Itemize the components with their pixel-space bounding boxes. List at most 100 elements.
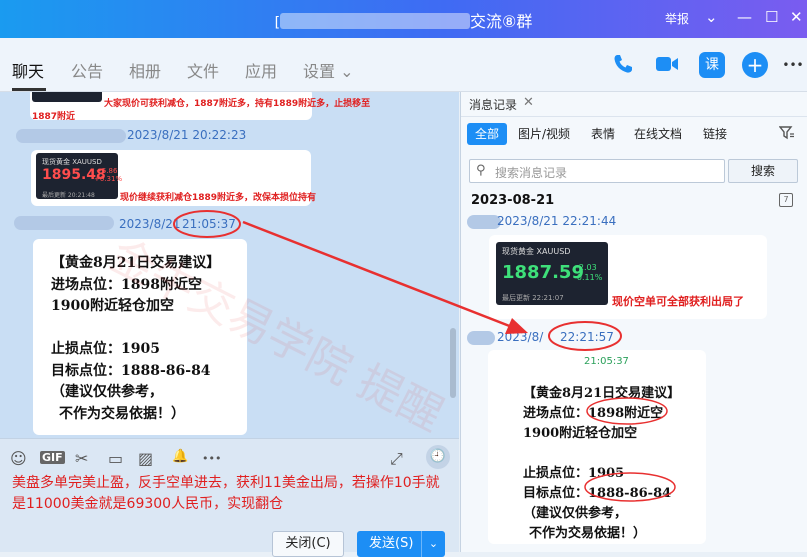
bell-icon[interactable]: 🔔 (172, 449, 188, 464)
filter-media[interactable]: 图片/视频 (518, 123, 570, 145)
expand-icon[interactable]: ⤢ (390, 449, 403, 469)
menu-bar: 聊天 公告 相册 文件 应用 设置 ⌄ 课 + ••• (0, 38, 807, 92)
sender-name-blurred (467, 331, 495, 345)
chat-message-1: 大家现价可获利减仓，1887附近多，持有1889附近多，止损移至 1887附近 (30, 92, 370, 122)
tab-album[interactable]: 相册 (129, 58, 161, 82)
quote-change-pct: -0.11% (574, 273, 603, 282)
history-search-input[interactable]: ⚲ 搜索消息记录 (469, 159, 725, 183)
emoji-icon[interactable]: ☺ (10, 449, 27, 468)
filter-stickers[interactable]: 表情 (591, 123, 615, 145)
history-timestamp-time: 22:21:57 (560, 330, 614, 344)
quote-change: -2.03 (576, 263, 597, 272)
quote-price: 1887.59 (502, 262, 584, 283)
trading-advice: 【黄金8月21日交易建议】 进场点位：1898附近空 1900附近轻仓加空 止损… (523, 384, 680, 544)
message-text-cont: 1887附近 (32, 112, 76, 122)
more-tools-icon[interactable]: ••• (202, 452, 221, 465)
send-button[interactable]: 发送(S) ⌄ (357, 531, 445, 557)
filter-all[interactable]: 全部 (467, 123, 508, 145)
history-message-quote: 现货黄金 XAUUSD 1887.59 -2.03 -0.11% 最后更新 22… (489, 235, 767, 319)
history-timestamp-date: 2023/8/ (497, 330, 544, 344)
blurred-group-name (280, 13, 471, 29)
add-icon[interactable]: + (742, 52, 768, 78)
image-icon[interactable]: ▨ (138, 449, 153, 468)
search-placeholder: 搜索消息记录 (495, 166, 568, 180)
advice-target: 目标点位：1888-86-84 (51, 362, 211, 379)
sender-name-blurred (14, 216, 114, 230)
advice-note-cont: 不作为交易依据！） (59, 405, 185, 422)
quote-label: 现货黄金 XAUUSD (502, 247, 571, 256)
advice-image-time: 21:05:37 (584, 356, 629, 367)
maximize-icon[interactable]: ☐ (765, 8, 778, 26)
search-button[interactable]: 搜索 (728, 159, 798, 183)
divider (461, 116, 807, 117)
send-button-label: 发送(S) (369, 536, 414, 551)
input-area: ☺ GIF ✂ ▭ ▨ 🔔 ••• ⤢ 🕘 美盘多单完美止盈，反手空单进去，获利… (0, 438, 459, 557)
history-message-advice: 21:05:37 【黄金8月21日交易建议】 进场点位：1898附近空 1900… (488, 350, 706, 544)
message-input[interactable]: 美盘多单完美止盈，反手空单进去，获利11美金出局，若操作10手就是11000美金… (12, 473, 452, 515)
advice-title: 【黄金8月21日交易建议】 (523, 386, 681, 401)
gold-quote-widget: 现货黄金 XAUUSD 1887.59 -2.03 -0.11% 最后更新 22… (496, 242, 608, 305)
message-text: 现价空单可全部获利出局了 (612, 295, 744, 308)
sender-name-blurred (467, 215, 501, 229)
quote-change: +5.86 (96, 167, 118, 175)
quote-change-pct: +0.31% (94, 175, 123, 183)
gif-icon[interactable]: GIF (40, 451, 65, 464)
close-button[interactable]: 关闭(C) (272, 531, 344, 557)
quote-label: 现货黄金 XAUUSD (42, 158, 102, 166)
advice-stop-loss: 止损点位：1905 (523, 466, 625, 481)
calendar-icon[interactable]: 7 (779, 193, 793, 207)
video-call-icon[interactable] (654, 52, 680, 78)
gold-quote-widget: 现货黄金 XAUUSD 1895.48 +5.86 +0.31% 最后更新 20… (36, 153, 122, 199)
send-options-icon[interactable]: ⌄ (421, 531, 445, 557)
message-text: 现价继续获利减仓1889附近多，改保本损位持有 (120, 193, 317, 203)
message-timestamp-date: 2023/8/21 (119, 217, 181, 231)
quote-updated: 最后更新 20:21:48 (42, 192, 95, 199)
active-tab-indicator (12, 88, 46, 91)
advice-note-cont: 不作为交易依据！） (529, 526, 647, 541)
chat-area: 大家现价可获利减仓，1887附近多，持有1889附近多，止损移至 1887附近 … (0, 92, 459, 438)
close-history-icon[interactable]: ✕ (523, 95, 534, 110)
trading-advice-message: 【黄金8月21日交易建议】 进场点位：1898附近空 1900附近轻仓加空 止损… (33, 239, 247, 435)
phone-icon[interactable] (610, 52, 636, 78)
message-timestamp-time: 21:05:37 (182, 217, 236, 231)
title-bar: [交流⑧群 举报 ⌄ — ☐ ✕ (0, 0, 807, 38)
message-history-panel: 消息记录 ✕ 全部 图片/视频 表情 在线文档 链接 ⚲ 搜索消息记录 搜索 2… (460, 92, 807, 552)
filter-links[interactable]: 链接 (703, 123, 727, 145)
more-icon[interactable]: ••• (780, 52, 806, 78)
trading-advice: 【黄金8月21日交易建议】 进场点位：1898附近空 1900附近轻仓加空 止损… (51, 253, 220, 425)
report-button[interactable]: 举报 (665, 10, 689, 27)
minimize-icon[interactable]: — (737, 8, 752, 26)
message-text: 大家现价可获利减仓，1887附近多，持有1889附近多，止损移至 (104, 99, 371, 109)
chat-message-2: 现货黄金 XAUUSD 1895.48 +5.86 +0.31% 最后更新 20… (31, 150, 316, 206)
filter-docs[interactable]: 在线文档 (634, 123, 682, 145)
tab-chat[interactable]: 聊天 (12, 58, 44, 82)
folder-icon[interactable]: ▭ (108, 449, 123, 468)
scissors-icon[interactable]: ✂ (75, 449, 88, 468)
advice-entry-add: 1900附近轻仓加空 (523, 426, 638, 441)
message-timestamp: 2023/8/21 20:22:23 (127, 128, 247, 142)
advice-entry: 进场点位：1898附近空 (51, 276, 202, 293)
advice-entry: 进场点位：1898附近空 (523, 406, 664, 421)
advice-note: （建议仅供参考， (51, 384, 163, 400)
filter-funnel-icon[interactable] (778, 126, 795, 144)
advice-entry-add: 1900附近轻仓加空 (51, 298, 174, 314)
chat-scrollbar[interactable] (450, 328, 456, 398)
tab-settings[interactable]: 设置 ⌄ (303, 58, 354, 82)
tab-apps[interactable]: 应用 (245, 58, 277, 82)
sender-name-blurred (16, 129, 126, 143)
quote-widget-thumbnail (32, 92, 102, 102)
quote-updated: 最后更新 22:21:07 (502, 294, 564, 302)
advice-target: 目标点位：1888-86-84 (523, 486, 672, 501)
class-icon[interactable]: 课 (699, 52, 725, 78)
history-date-header: 2023-08-21 (471, 193, 555, 208)
dropdown-icon[interactable]: ⌄ (705, 8, 718, 26)
advice-stop-loss: 止损点位：1905 (51, 341, 160, 357)
history-icon[interactable]: 🕘 (426, 445, 450, 469)
history-title: 消息记录 (469, 98, 518, 112)
tab-announcement[interactable]: 公告 (71, 58, 103, 82)
search-icon: ⚲ (476, 163, 486, 178)
tab-files[interactable]: 文件 (187, 58, 219, 82)
advice-note: （建议仅供参考， (523, 506, 628, 521)
close-icon[interactable]: ✕ (790, 8, 803, 26)
advice-title: 【黄金8月21日交易建议】 (51, 255, 221, 271)
